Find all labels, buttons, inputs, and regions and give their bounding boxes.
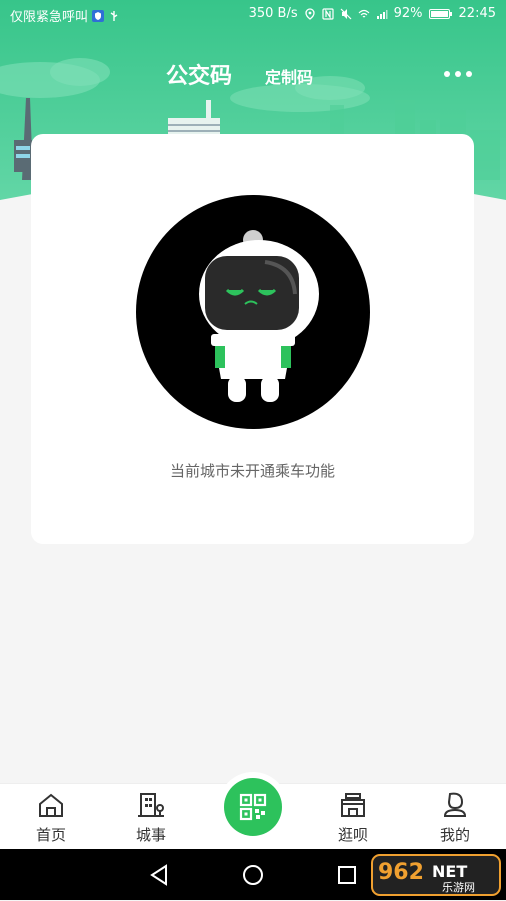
carrier-text: 仅限紧急呼叫	[10, 10, 89, 25]
bus-code-card: 当前城市未开通乘车功能	[31, 134, 474, 544]
location-icon	[304, 7, 316, 20]
shield-icon	[92, 9, 105, 22]
more-options-icon[interactable]	[444, 67, 472, 81]
tab-label-profile: 我的	[439, 826, 470, 844]
status-left: 仅限紧急呼叫	[10, 6, 120, 25]
building-icon	[138, 793, 164, 817]
home-circle-icon[interactable]	[240, 862, 266, 888]
wifi-icon	[358, 8, 370, 20]
recents-icon[interactable]	[334, 862, 360, 888]
mute-icon	[340, 8, 352, 20]
clock: 22:45	[458, 6, 496, 21]
tab-home[interactable]: 首页	[16, 790, 86, 846]
tab-qr-code[interactable]	[224, 778, 282, 836]
watermark-suffix: NET	[432, 862, 467, 881]
network-speed: 350 B/s	[248, 6, 298, 21]
more-dot	[444, 71, 450, 77]
title-row: 公交码 定制码	[0, 58, 506, 94]
tab-label-city-news: 城事	[135, 826, 166, 844]
watermark-logo: 962 NET 乐游网	[370, 853, 502, 897]
system-navigation-bar: 962 NET 乐游网	[0, 849, 506, 900]
shop-icon	[341, 793, 365, 817]
tab-browse[interactable]: 逛呗	[318, 790, 388, 846]
astronaut-robot-illustration	[135, 194, 371, 430]
empty-state-message: 当前城市未开通乘车功能	[169, 462, 335, 480]
tab-profile[interactable]: 我的	[420, 790, 490, 846]
bottom-tab-bar: 首页 城事 逛呗 我的	[0, 778, 506, 850]
back-icon[interactable]	[146, 862, 172, 888]
battery-text: 92%	[393, 6, 423, 21]
nfc-icon	[322, 7, 334, 20]
tab-custom-code[interactable]: 定制码	[265, 64, 313, 88]
profile-icon	[443, 792, 467, 817]
more-dot	[455, 71, 461, 77]
tab-city-news[interactable]: 城事	[116, 790, 186, 846]
status-right: 350 B/s 92% 22:45	[249, 6, 496, 21]
usb-icon	[108, 10, 120, 22]
status-bar: 仅限紧急呼叫 350 B/s 92% 22:45	[0, 0, 506, 30]
tab-label-home: 首页	[35, 826, 66, 844]
watermark-number: 962	[378, 860, 424, 885]
signal-icon	[376, 8, 388, 20]
home-icon	[39, 793, 63, 817]
qr-code-icon	[239, 793, 267, 821]
battery-icon	[428, 8, 453, 20]
tab-label-browse: 逛呗	[337, 826, 368, 844]
more-dot	[466, 71, 472, 77]
page-title[interactable]: 公交码	[166, 58, 232, 90]
watermark-sub: 乐游网	[442, 881, 475, 894]
